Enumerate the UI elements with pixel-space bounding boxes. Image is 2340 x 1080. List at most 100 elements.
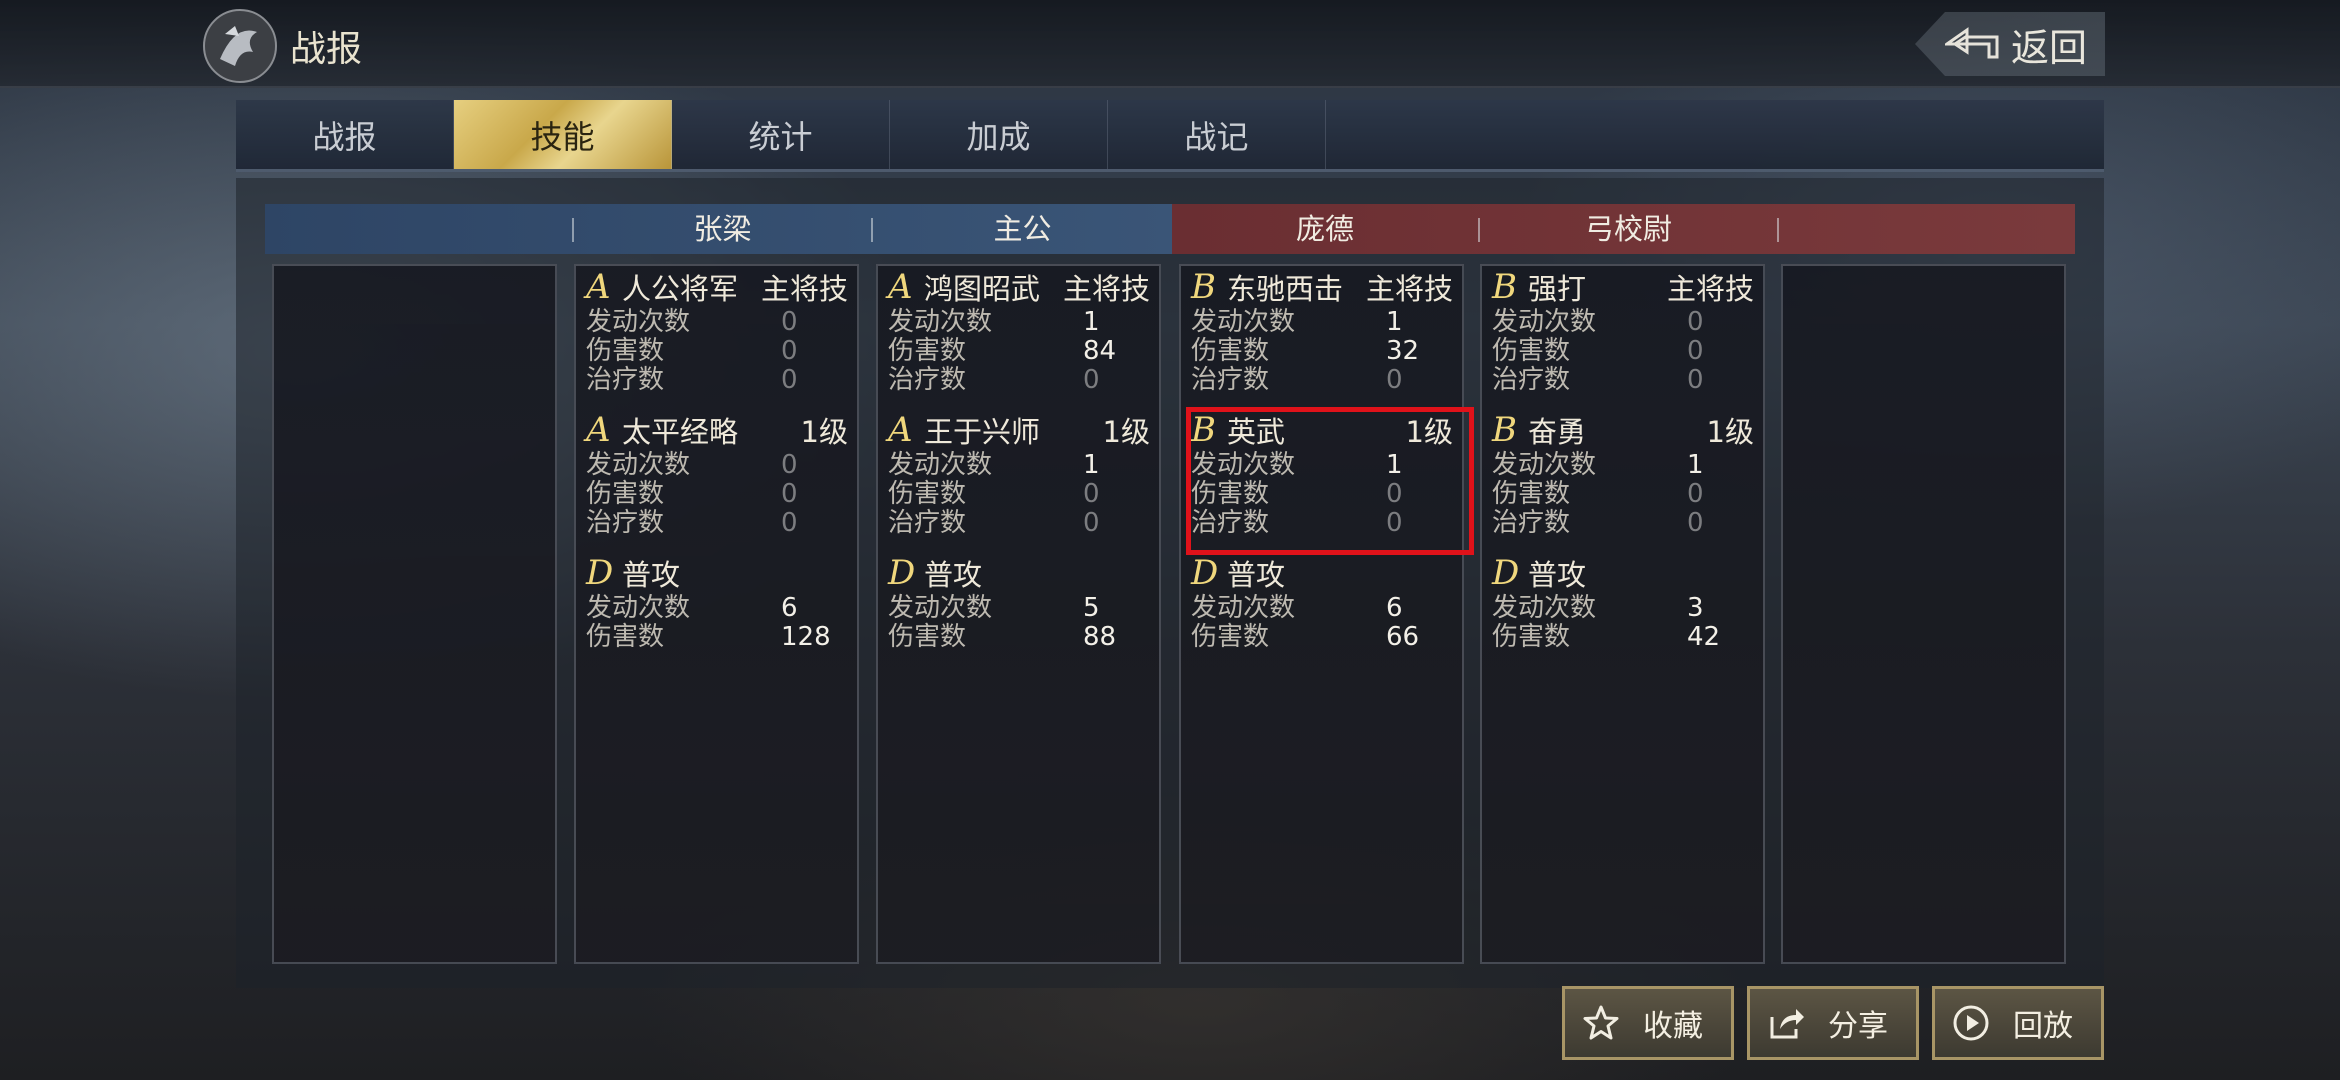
stat-label: 伤害数 <box>888 336 967 366</box>
stat-value: 0 <box>1083 365 1100 395</box>
stat-label: 发动次数 <box>586 450 691 480</box>
stat-label: 伤害数 <box>1492 336 1571 366</box>
stat-value: 1 <box>1386 307 1403 337</box>
stat-value: 32 <box>1386 336 1420 366</box>
back-label: 返回 <box>2011 25 2088 70</box>
stat-value: 0 <box>1083 508 1100 538</box>
stat-value: 0 <box>1083 479 1100 509</box>
stat-label: 治疗数 <box>1492 508 1571 538</box>
skill-card[interactable]: A 人公将军 主将技 发动次数 0 伤害数 0 治疗数 0 <box>586 266 848 395</box>
stat-label: 治疗数 <box>586 508 665 538</box>
stat-label: 发动次数 <box>586 593 691 623</box>
skill-name: 普攻 <box>1528 558 1587 592</box>
tab-statistics[interactable]: 统计 <box>672 100 890 169</box>
top-bar: 战报 返回 <box>0 0 2340 88</box>
replay-label: 回放 <box>2013 1009 2073 1044</box>
skill-type: 主将技 <box>1062 272 1150 306</box>
stat-label: 伤害数 <box>1492 622 1571 652</box>
skill-card[interactable]: B 东驰西击 主将技 发动次数 1 伤害数 32 治疗数 0 <box>1191 266 1453 395</box>
skill-grade: D <box>586 553 614 593</box>
skill-type: 主将技 <box>1365 272 1453 306</box>
skill-card[interactable]: D 普攻 发动次数 6 伤害数 128 <box>586 552 848 652</box>
general-column: B 东驰西击 主将技 发动次数 1 伤害数 32 治疗数 0 B 英武 1级 发动次数… <box>1179 264 1464 964</box>
stat-value: 0 <box>781 307 798 337</box>
stat-value: 66 <box>1386 622 1420 652</box>
favorite-button[interactable]: 收藏 <box>1562 986 1734 1060</box>
skill-card[interactable]: A 王于兴师 1级 发动次数 1 伤害数 0 治疗数 0 <box>888 409 1150 538</box>
stat-label: 发动次数 <box>1492 593 1597 623</box>
skill-name: 普攻 <box>1227 558 1286 592</box>
stat-label: 伤害数 <box>1191 336 1270 366</box>
stat-label: 发动次数 <box>888 307 993 337</box>
stat-label: 伤害数 <box>586 336 665 366</box>
skill-type: 1级 <box>1102 415 1150 449</box>
skill-name: 强打 <box>1528 272 1587 306</box>
stat-value: 88 <box>1083 622 1117 652</box>
stat-value: 1 <box>1687 450 1704 480</box>
skill-name: 人公将军 <box>622 272 739 306</box>
stat-label: 发动次数 <box>1492 307 1597 337</box>
skill-grade: B <box>1191 267 1216 307</box>
stat-value: 0 <box>1687 365 1704 395</box>
back-button[interactable]: 返回 <box>1915 12 2105 76</box>
stat-value: 3 <box>1687 593 1704 623</box>
stat-label: 伤害数 <box>1492 479 1571 509</box>
stat-value: 0 <box>1687 508 1704 538</box>
star-icon <box>1583 1005 1619 1040</box>
skill-type: 1级 <box>1706 415 1754 449</box>
tab-bar: 战报 技能 统计 加成 战记 <box>236 100 2104 172</box>
favorite-label: 收藏 <box>1643 1009 1703 1044</box>
tab-battle-log[interactable]: 战记 <box>1108 100 1326 169</box>
stat-label: 发动次数 <box>888 593 993 623</box>
empty-slot-column <box>1781 264 2066 964</box>
back-arrow-icon <box>1945 27 1999 59</box>
skill-card[interactable]: D 普攻 发动次数 5 伤害数 88 <box>888 552 1150 652</box>
general-column: B 强打 主将技 发动次数 0 伤害数 0 治疗数 0 B 奋勇 1级 发动次数 1 伤… <box>1480 264 1765 964</box>
stat-value: 0 <box>781 508 798 538</box>
general-column: A 鸿图昭武 主将技 发动次数 1 伤害数 84 治疗数 0 A 王于兴师 1级 发动… <box>876 264 1161 964</box>
skill-grade: B <box>1492 410 1517 450</box>
skill-grade: A <box>888 410 913 450</box>
stat-value: 5 <box>1083 593 1100 623</box>
page-title: 战报 <box>290 29 363 70</box>
stat-value: 0 <box>1386 365 1403 395</box>
general-name: 张梁 <box>693 212 752 246</box>
stat-value: 0 <box>1687 307 1704 337</box>
stat-value: 128 <box>781 622 831 652</box>
skill-name: 鸿图昭武 <box>924 272 1041 306</box>
stat-label: 发动次数 <box>586 307 691 337</box>
skill-card[interactable]: B 强打 主将技 发动次数 0 伤害数 0 治疗数 0 <box>1492 266 1754 395</box>
skill-card[interactable]: D 普攻 发动次数 3 伤害数 42 <box>1492 552 1754 652</box>
stat-label: 治疗数 <box>888 508 967 538</box>
tab-report[interactable]: 战报 <box>236 100 454 169</box>
stat-label: 伤害数 <box>586 479 665 509</box>
stat-value: 0 <box>1687 336 1704 366</box>
general-name: 弓校尉 <box>1584 212 1672 246</box>
stat-label: 治疗数 <box>1191 365 1270 395</box>
stat-label: 发动次数 <box>888 450 993 480</box>
stat-value: 1 <box>1083 307 1100 337</box>
skill-card[interactable]: A 太平经略 1级 发动次数 0 伤害数 0 治疗数 0 <box>586 409 848 538</box>
stat-value: 0 <box>781 450 798 480</box>
skill-grade: A <box>586 410 611 450</box>
skill-name: 王于兴师 <box>924 415 1041 449</box>
stat-label: 治疗数 <box>586 365 665 395</box>
tab-skills[interactable]: 技能 <box>454 100 672 169</box>
tab-bonus[interactable]: 加成 <box>890 100 1108 169</box>
stat-label: 治疗数 <box>1492 365 1571 395</box>
stat-value: 84 <box>1083 336 1117 366</box>
skill-card[interactable]: A 鸿图昭武 主将技 发动次数 1 伤害数 84 治疗数 0 <box>888 266 1150 395</box>
emblem-icon <box>195 4 285 88</box>
stat-value: 0 <box>781 365 798 395</box>
stat-value: 1 <box>1083 450 1100 480</box>
skill-grade: B <box>1492 267 1517 307</box>
stat-label: 伤害数 <box>888 479 967 509</box>
general-column: A 人公将军 主将技 发动次数 0 伤害数 0 治疗数 0 A 太平经略 1级 发动次… <box>574 264 859 964</box>
header-divider <box>1777 218 1779 242</box>
share-button[interactable]: 分享 <box>1747 986 1919 1060</box>
stat-value: 6 <box>1386 593 1403 623</box>
skill-card[interactable]: D 普攻 发动次数 6 伤害数 66 <box>1191 552 1453 652</box>
skill-card[interactable]: B 奋勇 1级 发动次数 1 伤害数 0 治疗数 0 <box>1492 409 1754 538</box>
replay-button[interactable]: 回放 <box>1932 986 2104 1060</box>
skill-type: 1级 <box>800 415 848 449</box>
